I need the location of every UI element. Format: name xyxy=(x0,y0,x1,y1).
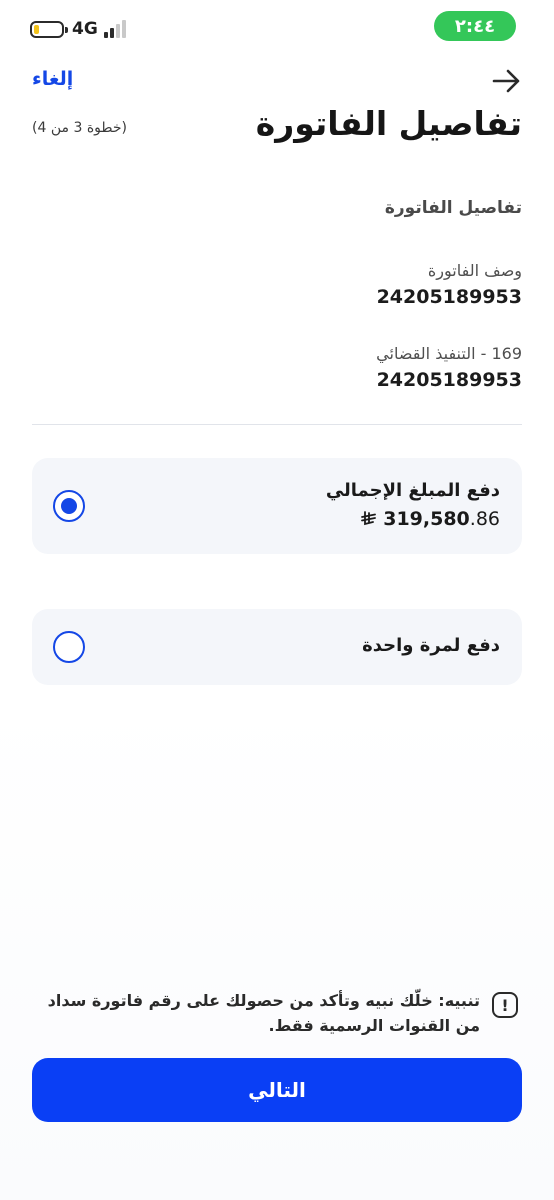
warning-text: تنبيه: خلّك نبيه وتأكد من حصولك على رقم … xyxy=(47,991,480,1035)
cancel-link[interactable]: إلغاء xyxy=(32,68,73,90)
signal-bar xyxy=(122,20,126,38)
step-indicator: (خطوة 3 من 4) xyxy=(32,120,127,136)
exclamation-icon: ! xyxy=(492,992,518,1018)
pay-once-option[interactable]: دفع لمرة واحدة xyxy=(32,609,522,685)
pay-total-option[interactable]: دفع المبلغ الإجمالي 319,580.86 xyxy=(32,458,522,554)
signal-bar xyxy=(110,28,114,38)
invoice-description-value: 24205189953 xyxy=(376,286,522,308)
battery-level xyxy=(34,25,39,34)
network-label: 4G xyxy=(72,19,98,39)
divider xyxy=(32,424,522,425)
back-button[interactable] xyxy=(490,66,524,96)
amount-value: 319,580.86 xyxy=(383,508,500,530)
amount-integer: 319,580 xyxy=(383,508,470,530)
signal-bars-icon xyxy=(104,20,130,38)
signal-bar xyxy=(116,24,120,38)
section-title: تفاصيل الفاتورة xyxy=(384,198,522,218)
page-title: تفاصيل الفاتورة xyxy=(255,104,522,143)
arrow-right-icon xyxy=(492,69,520,93)
clock-pill: ٢:٤٤ xyxy=(434,11,516,41)
battery-icon xyxy=(30,21,68,38)
signal-bar xyxy=(104,32,108,38)
total-amount: 319,580.86 xyxy=(361,508,500,530)
pay-total-title: دفع المبلغ الإجمالي xyxy=(325,480,500,501)
radio-selected-dot xyxy=(61,498,77,514)
next-button[interactable]: التالي xyxy=(32,1058,522,1122)
invoice-details-screen: 4G ٢:٤٤ إلغاء تفاصيل الفاتورة (خطوة 3 من… xyxy=(0,0,554,1200)
pay-once-radio[interactable] xyxy=(53,631,85,663)
invoice-type-label: 169 - التنفيذ القضائي xyxy=(376,344,522,363)
amount-decimal: .86 xyxy=(469,508,500,530)
invoice-type-value: 24205189953 xyxy=(376,369,522,391)
invoice-description-label: وصف الفاتورة xyxy=(427,261,522,280)
riyal-symbol-icon xyxy=(361,511,377,527)
status-bar: 4G ٢:٤٤ xyxy=(0,0,554,60)
pay-total-radio[interactable] xyxy=(53,490,85,522)
pay-once-title: دفع لمرة واحدة xyxy=(362,635,500,656)
